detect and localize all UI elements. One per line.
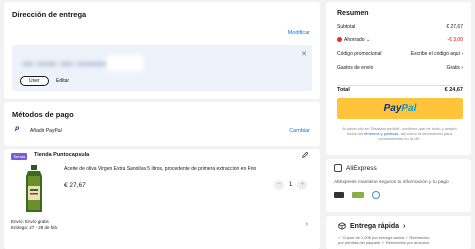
chevron-right-icon[interactable]: › [461, 65, 463, 71]
address-box: ✕ User Editar [12, 45, 312, 91]
quantity-stepper: − 1 + [274, 180, 308, 190]
chevron-down-icon[interactable]: ⌄ [366, 37, 370, 43]
aliexpress-name: AliExpress [346, 164, 377, 172]
store-badge: Tienda [11, 153, 28, 160]
shipping-row: Gastos de envío Gratis › [337, 65, 463, 71]
aliexpress-brand: AliExpress [334, 164, 377, 172]
delivery-address-card: Dirección de entrega Modificar ✕ User Ed… [4, 2, 320, 99]
close-icon[interactable]: ✕ [301, 50, 307, 58]
chevron-right-icon[interactable]: › [461, 51, 463, 57]
user-button[interactable]: User [20, 76, 49, 86]
security-description: AliExpress mantiene seguros tu informaci… [334, 180, 449, 185]
payment-methods-title: Métodos de pago [12, 110, 74, 119]
security-card: AliExpress AliExpress mantiene seguros t… [326, 159, 471, 212]
globe-icon [372, 191, 380, 199]
pencil-icon[interactable] [301, 151, 309, 159]
summary-title: Resumen [337, 10, 369, 17]
paypal-logo-pal: Pal [401, 103, 417, 114]
blurred-redaction [107, 55, 143, 71]
store-name[interactable]: Tienda Puntocapsula [34, 152, 89, 158]
decrease-quantity-button[interactable]: − [274, 180, 284, 190]
shipping-label: Gastos de envío [337, 65, 374, 71]
subtotal-row: Subtotal € 27,67 [337, 24, 463, 30]
saved-value: -€ 3,00 [447, 37, 463, 43]
quantity-value: 1 [289, 182, 293, 188]
product-price: € 27,67 [64, 182, 86, 189]
promo-row[interactable]: Código promocional Escribe el código aqu… [337, 51, 463, 57]
modify-address-link[interactable]: Modificar [288, 30, 310, 36]
delivery-date: Entrega: 27 - 28 de feb. [11, 225, 59, 230]
divider [337, 85, 463, 86]
card-icon [334, 192, 344, 198]
product-image[interactable] [19, 164, 49, 214]
edit-address-link[interactable]: Editar [56, 78, 69, 84]
promo-label: Código promocional [337, 51, 382, 57]
order-summary-card: Resumen Subtotal € 27,67 Ahorrado ⌄ -€ 3… [326, 2, 471, 155]
delivery-address-title: Dirección de entrega [12, 10, 87, 19]
legal-notice: Al hacer clic en 'Realizar pedido', conf… [340, 126, 459, 141]
total-label: Total [337, 87, 350, 93]
saved-label: Ahorrado [344, 37, 365, 43]
subtotal-label: Subtotal [337, 24, 356, 30]
change-payment-link[interactable]: Cambiar [289, 128, 310, 134]
verified-icon [352, 192, 364, 198]
fast-delivery-title-row: Entrega rápida › [338, 222, 405, 230]
total-value: € 24,67 [444, 87, 463, 93]
paypal-logo-pay: Pay [383, 103, 402, 114]
chevron-right-icon[interactable]: › [306, 221, 308, 228]
promo-input[interactable]: Escribe el código aquí [411, 51, 460, 57]
shipping-value: Gratis [446, 65, 460, 71]
paypal-checkout-button[interactable]: Pay Pal [337, 98, 463, 119]
saved-row: Ahorrado ⌄ -€ 3,00 [337, 37, 463, 43]
product-name[interactable]: Aceite de oliva Virgen Extra Sanoliva 5 … [64, 166, 256, 172]
chevron-right-icon[interactable]: › [403, 223, 405, 230]
subtotal-value: € 27,67 [446, 24, 463, 30]
benefit-line: por pérdida del paquete ✓ Reembolso por … [338, 240, 430, 245]
store-card: Tienda Tienda Puntocapsula Aceite de oli… [4, 149, 320, 249]
increase-quantity-button[interactable]: + [297, 180, 308, 190]
paypal-icon: P [15, 127, 20, 133]
payment-methods-card: Métodos de pago P Añadir PayPal Cambiar [4, 102, 320, 146]
fast-delivery-card: Entrega rápida › ✓ Cupón de 1,00€ por en… [326, 216, 471, 249]
fast-delivery-benefits: ✓ Cupón de 1,00€ por entrega tardía ✓ Re… [338, 235, 430, 245]
shipping-info: Envío: Envío gratis [11, 219, 49, 224]
fast-delivery-title: Entrega rápida [350, 222, 400, 230]
add-paypal-label[interactable]: Añadir PayPal [30, 128, 62, 134]
shield-icon [334, 164, 342, 172]
total-row: Total € 24,67 [337, 87, 463, 93]
delivery-box-icon [338, 222, 346, 230]
discount-icon [337, 37, 342, 43]
payment-security-icons [334, 191, 380, 199]
